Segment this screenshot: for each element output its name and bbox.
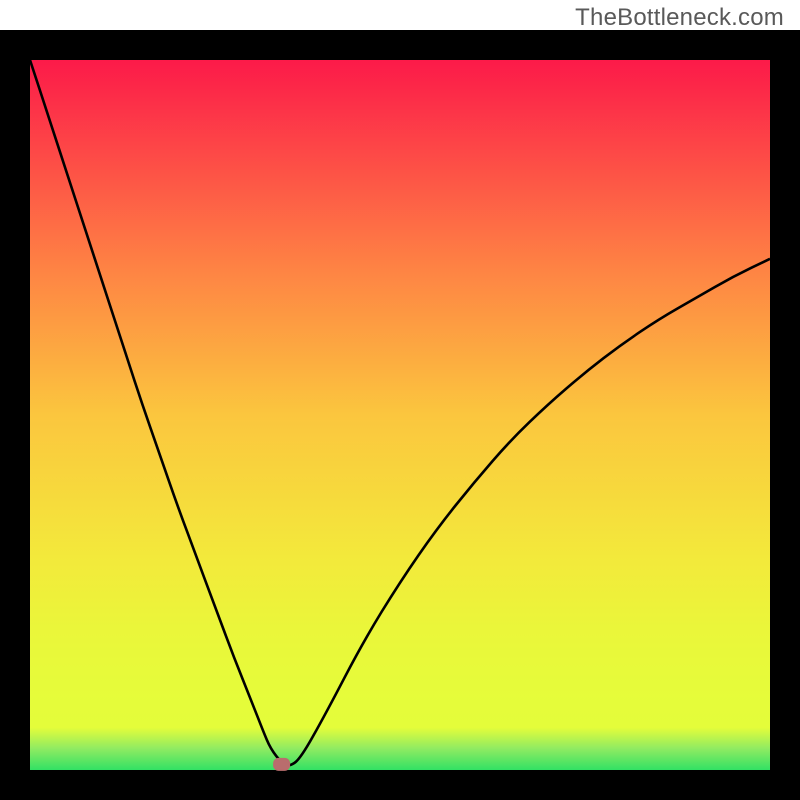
bottleneck-plot <box>0 30 800 800</box>
chart-frame: TheBottleneck.com <box>0 0 800 800</box>
watermark-text: TheBottleneck.com <box>575 4 784 32</box>
plot-background <box>30 60 770 770</box>
optimal-marker <box>274 758 290 770</box>
